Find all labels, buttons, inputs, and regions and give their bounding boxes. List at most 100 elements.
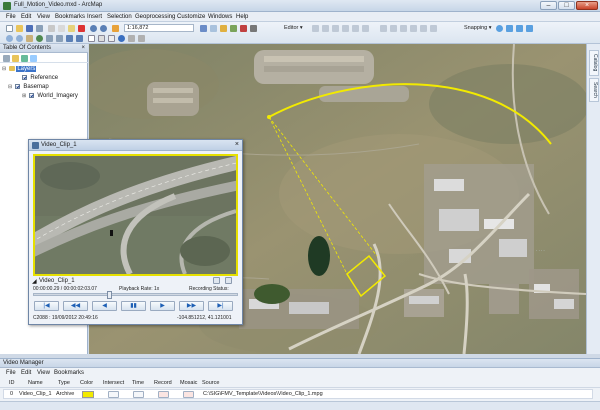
pause-button[interactable]: ▮▮ xyxy=(121,301,146,311)
toc-item-reference[interactable]: Reference xyxy=(15,74,58,82)
toc-item-world-imagery[interactable]: ⊞ World_Imagery xyxy=(22,92,78,100)
expand-icon[interactable]: ⊞ xyxy=(22,92,27,100)
open-folder-icon[interactable] xyxy=(16,25,23,32)
maximize-button[interactable]: □ xyxy=(558,1,575,10)
search-window-icon[interactable] xyxy=(230,25,237,32)
copy-icon[interactable] xyxy=(58,25,65,32)
zoom-in-icon[interactable] xyxy=(6,35,13,42)
layer-visibility-checkbox[interactable] xyxy=(28,92,34,98)
fixed-zoom-in-icon[interactable] xyxy=(46,35,53,42)
end-snapping-icon[interactable] xyxy=(506,25,513,32)
print-icon[interactable] xyxy=(36,25,43,32)
video-window-header[interactable]: Video_Clip_1 × xyxy=(29,140,242,151)
point-icon[interactable] xyxy=(362,25,369,32)
catalog-window-icon[interactable] xyxy=(220,25,227,32)
editor-menu[interactable]: Editor ▾ xyxy=(284,25,303,31)
undo-icon[interactable] xyxy=(90,25,97,32)
catalog-tab[interactable]: Catalog xyxy=(589,50,599,76)
map-scale-field[interactable]: 1:16,872 xyxy=(124,24,194,32)
search-tab[interactable]: Search xyxy=(589,78,599,102)
layer-visibility-checkbox[interactable] xyxy=(21,74,27,80)
vertex-snapping-icon[interactable] xyxy=(516,25,523,32)
close-button[interactable]: × xyxy=(576,1,598,10)
identify-icon[interactable] xyxy=(118,35,125,42)
menu-file[interactable]: File xyxy=(6,14,16,20)
toc-close-icon[interactable]: × xyxy=(81,45,85,51)
cut-polygons-icon[interactable] xyxy=(400,25,407,32)
column-type[interactable]: Type xyxy=(58,380,70,386)
collapse-icon[interactable]: ⊟ xyxy=(8,83,13,91)
menu-help[interactable]: Help xyxy=(236,14,248,20)
straight-segment-icon[interactable] xyxy=(332,25,339,32)
snapshot-icon[interactable] xyxy=(213,277,220,284)
snapping-menu[interactable]: Snapping ▾ xyxy=(464,25,492,31)
video-close-icon[interactable]: × xyxy=(235,141,239,148)
sensor-position-marker[interactable] xyxy=(267,115,271,119)
menu-edit[interactable]: Edit xyxy=(21,14,31,20)
list-by-source-icon[interactable] xyxy=(12,55,19,62)
column-time[interactable]: Time xyxy=(132,380,144,386)
attributes-icon[interactable] xyxy=(420,25,427,32)
add-data-icon[interactable] xyxy=(112,25,119,32)
edit-annotation-icon[interactable] xyxy=(322,25,329,32)
column-color[interactable]: Color xyxy=(80,380,93,386)
delete-icon[interactable] xyxy=(78,25,85,32)
row-color-swatch[interactable] xyxy=(82,391,94,398)
paste-icon[interactable] xyxy=(68,25,75,32)
menu-customize[interactable]: Customize xyxy=(177,14,205,20)
clear-selection-icon[interactable] xyxy=(98,35,105,42)
vm-menu-bookmarks[interactable]: Bookmarks xyxy=(54,370,84,376)
select-features-icon[interactable] xyxy=(88,35,95,42)
intersect-toggle[interactable] xyxy=(108,391,119,398)
step-backward-button[interactable]: ◀ xyxy=(92,301,117,311)
fast-backward-button[interactable]: ◀◀ xyxy=(63,301,88,311)
menu-insert[interactable]: Insert xyxy=(87,14,102,20)
rotate-icon[interactable] xyxy=(410,25,417,32)
menu-view[interactable]: View xyxy=(37,14,50,20)
list-by-drawing-order-icon[interactable] xyxy=(3,55,10,62)
go-to-start-button[interactable]: |◀ xyxy=(34,301,59,311)
record-toggle[interactable] xyxy=(158,391,169,398)
menu-windows[interactable]: Windows xyxy=(208,14,232,20)
find-icon[interactable] xyxy=(128,35,135,42)
column-id[interactable]: ID xyxy=(9,380,15,386)
video-manager-row[interactable]: 0 Video_Clip_1 Archive C:\SIG\FMV_Templa… xyxy=(3,389,593,399)
menu-bookmarks[interactable]: Bookmarks xyxy=(55,14,85,20)
forward-extent-icon[interactable] xyxy=(76,35,83,42)
fixed-zoom-out-icon[interactable] xyxy=(56,35,63,42)
column-name[interactable]: Name xyxy=(28,380,43,386)
time-toggle[interactable] xyxy=(133,391,144,398)
play-button[interactable]: ▶ xyxy=(150,301,175,311)
back-extent-icon[interactable] xyxy=(66,35,73,42)
point-snapping-icon[interactable] xyxy=(496,25,503,32)
edit-vertices-icon[interactable] xyxy=(380,25,387,32)
mosaic-toggle[interactable] xyxy=(183,391,194,398)
timeline-thumb[interactable] xyxy=(107,291,113,299)
minimize-button[interactable]: – xyxy=(540,1,557,10)
python-icon[interactable] xyxy=(250,25,257,32)
menu-selection[interactable]: Selection xyxy=(107,14,132,20)
zoom-out-icon[interactable] xyxy=(16,35,23,42)
fast-forward-button[interactable]: ▶▶ xyxy=(179,301,204,311)
trace-icon[interactable] xyxy=(352,25,359,32)
clip-dropdown-icon[interactable]: ◢ xyxy=(32,278,37,285)
select-elements-icon[interactable] xyxy=(108,35,115,42)
toc-root-layers[interactable]: ⊟ Layers xyxy=(2,65,37,73)
endpoint-arc-icon[interactable] xyxy=(342,25,349,32)
toc-window-icon[interactable] xyxy=(210,25,217,32)
redo-icon[interactable] xyxy=(100,25,107,32)
video-frame[interactable] xyxy=(33,154,238,276)
reshape-icon[interactable] xyxy=(390,25,397,32)
column-source[interactable]: Source xyxy=(202,380,219,386)
toc-item-basemap[interactable]: ⊟ Basemap xyxy=(8,83,49,91)
video-timeline-slider[interactable] xyxy=(33,291,238,299)
cut-icon[interactable] xyxy=(48,25,55,32)
save-icon[interactable] xyxy=(26,25,33,32)
pan-icon[interactable] xyxy=(26,35,33,42)
column-record[interactable]: Record xyxy=(154,380,172,386)
sketch-properties-icon[interactable] xyxy=(430,25,437,32)
collapse-icon[interactable]: ⊟ xyxy=(2,65,7,73)
column-intersect[interactable]: Intersect xyxy=(103,380,124,386)
list-by-selection-icon[interactable] xyxy=(30,55,37,62)
export-icon[interactable] xyxy=(225,277,232,284)
